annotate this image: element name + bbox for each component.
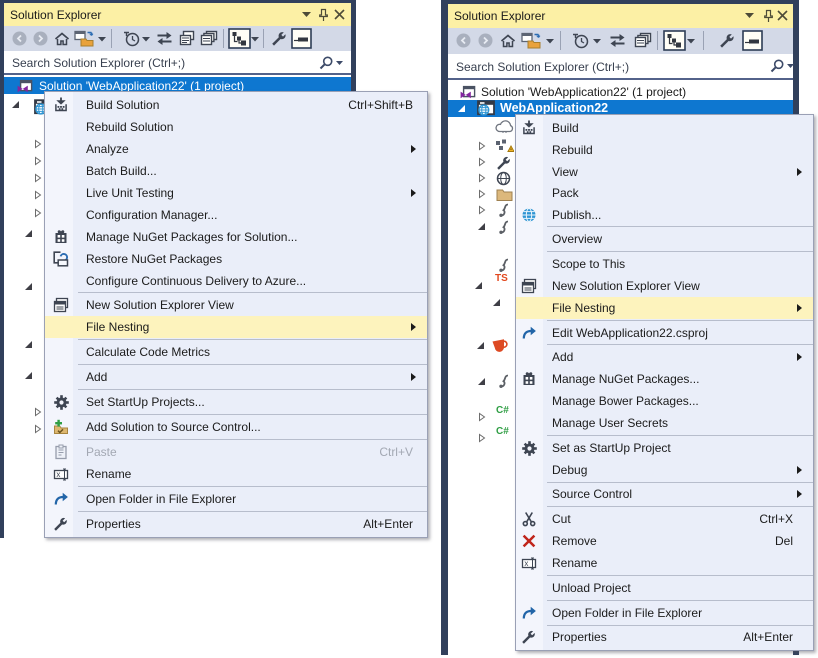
svg-text:x: x xyxy=(524,559,528,568)
svg-text:x: x xyxy=(56,470,60,479)
